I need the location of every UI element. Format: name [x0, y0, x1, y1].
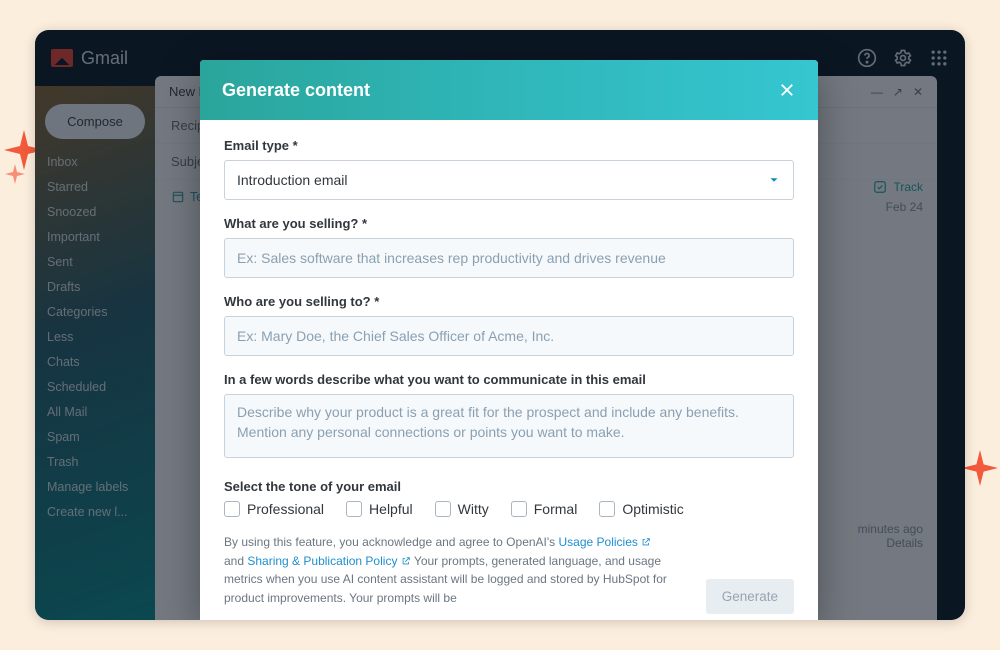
selling-label: What are you selling? *	[224, 216, 794, 231]
checkbox-icon	[599, 501, 615, 517]
modal-title: Generate content	[222, 80, 370, 101]
usage-policies-link[interactable]: Usage Policies	[559, 535, 652, 549]
tone-label: Select the tone of your email	[224, 479, 794, 494]
tone-option-formal[interactable]: Formal	[511, 501, 578, 517]
modal-close-icon[interactable]	[778, 81, 796, 99]
describe-label: In a few words describe what you want to…	[224, 372, 794, 387]
tone-option-professional[interactable]: Professional	[224, 501, 324, 517]
chevron-down-icon	[767, 173, 781, 187]
email-type-select[interactable]: Introduction email	[224, 160, 794, 200]
audience-input[interactable]	[224, 316, 794, 356]
describe-textarea[interactable]	[224, 394, 794, 458]
audience-label: Who are you selling to? *	[224, 294, 794, 309]
external-link-icon	[401, 556, 411, 566]
tone-option-witty[interactable]: Witty	[435, 501, 489, 517]
screenshot-container: Gmail Compose InboxStarredSnoozedImporta…	[35, 30, 965, 620]
sparkle-decoration-right	[962, 450, 998, 486]
checkbox-icon	[224, 501, 240, 517]
sharing-policy-link[interactable]: Sharing & Publication Policy	[247, 554, 410, 568]
tone-option-helpful[interactable]: Helpful	[346, 501, 413, 517]
email-type-label: Email type *	[224, 138, 794, 153]
generate-content-modal: Generate content Email type * Introducti…	[200, 60, 818, 620]
external-link-icon	[641, 537, 651, 547]
generate-button[interactable]: Generate	[706, 579, 794, 614]
checkbox-icon	[346, 501, 362, 517]
selling-input[interactable]	[224, 238, 794, 278]
checkbox-icon	[511, 501, 527, 517]
checkbox-icon	[435, 501, 451, 517]
tone-option-optimistic[interactable]: Optimistic	[599, 501, 683, 517]
email-type-value: Introduction email	[237, 172, 348, 188]
